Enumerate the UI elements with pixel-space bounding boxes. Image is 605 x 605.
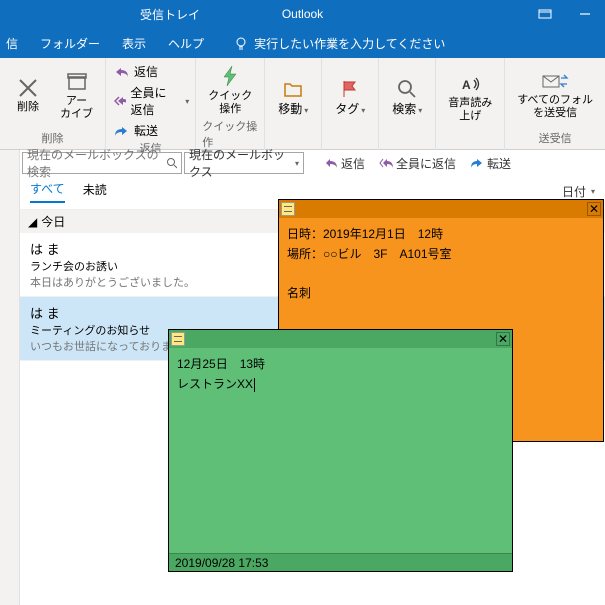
- minimize-button[interactable]: [565, 0, 605, 28]
- note-header[interactable]: ✕: [169, 330, 512, 348]
- menu-bar: 信 フォルダー 表示 ヘルプ 実行したい作業を入力してください: [0, 28, 605, 58]
- help-menu[interactable]: ヘルプ: [166, 31, 206, 56]
- filter-all-tab[interactable]: すべて: [30, 180, 65, 203]
- group-speech: A 音声読み 上げ: [436, 58, 505, 150]
- file-menu[interactable]: 信: [4, 31, 20, 56]
- note-header[interactable]: ✕: [279, 200, 603, 218]
- sort-dropdown[interactable]: 日付▾: [562, 183, 595, 200]
- lightning-icon: [218, 64, 242, 88]
- group-move: 移動▾: [265, 58, 322, 150]
- move-button[interactable]: 移動▾: [271, 76, 315, 119]
- group-find: 検索▾: [379, 58, 436, 150]
- archive-icon: [66, 71, 88, 93]
- reply-icon: [114, 65, 130, 79]
- tell-me[interactable]: 実行したい作業を入力してください: [234, 35, 445, 52]
- search-icon: [396, 78, 418, 100]
- reading-reply-button[interactable]: 返信: [324, 155, 365, 172]
- sticky-note-green[interactable]: ✕ 12月25日 13時 レストランXX 2019/09/28 17:53: [168, 329, 513, 572]
- reading-forward-button[interactable]: 転送: [470, 155, 511, 172]
- mail-subject: ランチ会のお誘い: [30, 258, 118, 274]
- group-quick-steps: クイック 操作 クイック操作: [196, 58, 265, 150]
- flag-icon: [339, 78, 361, 100]
- tags-button[interactable]: タグ▾: [328, 76, 372, 119]
- reading-pane-actions: 返信 全員に返信 転送: [324, 152, 511, 174]
- search-icon: [166, 157, 177, 169]
- reply-all-button[interactable]: 全員に返信: [112, 83, 179, 119]
- note-close-button[interactable]: ✕: [587, 202, 601, 216]
- ribbon: 削除 アー カイブ 削除 返信 全員に返信 転送: [0, 58, 605, 150]
- send-receive-button[interactable]: すべてのフォル を送受信: [511, 70, 599, 122]
- folder-pane-collapsed[interactable]: [0, 150, 20, 605]
- title-bar: 受信トレイ Outlook: [0, 0, 605, 28]
- note-footer: 2019/09/28 17:53: [169, 553, 512, 571]
- note-body[interactable]: 12月25日 13時 レストランXX: [169, 348, 512, 553]
- note-icon: [171, 332, 185, 346]
- group-respond: 返信 全員に返信 転送 ▾ 返信: [106, 58, 196, 150]
- group-send-receive: すべてのフォル を送受信 送受信: [505, 58, 605, 150]
- forward-button[interactable]: 転送: [112, 121, 179, 140]
- reply-all-icon: [114, 94, 126, 108]
- archive-button[interactable]: アー カイブ: [54, 69, 99, 123]
- note-icon: [281, 202, 295, 216]
- folder-menu[interactable]: フォルダー: [38, 31, 102, 56]
- read-aloud-button[interactable]: A 音声読み 上げ: [442, 71, 498, 125]
- delete-button[interactable]: 削除: [6, 75, 50, 116]
- lightbulb-icon: [234, 36, 248, 50]
- inbox-label: 受信トレイ: [140, 6, 200, 23]
- send-receive-icon: [541, 72, 569, 92]
- read-aloud-icon: A: [459, 73, 481, 95]
- mail-subject: ミーティングのお知らせ: [30, 322, 150, 338]
- reading-reply-all-button[interactable]: 全員に返信: [379, 155, 456, 172]
- delete-icon: [17, 77, 39, 99]
- group-delete: 削除 アー カイブ 削除: [0, 58, 106, 150]
- window-controls: [525, 0, 605, 28]
- view-menu[interactable]: 表示: [120, 31, 148, 56]
- respond-more[interactable]: ▾: [185, 97, 189, 106]
- search-input[interactable]: 現在のメールボックスの検索: [22, 152, 182, 174]
- filter-unread-tab[interactable]: 未読: [83, 181, 107, 202]
- search-scope-dropdown[interactable]: 現在のメールボックス▾: [184, 152, 304, 174]
- quick-steps-button[interactable]: クイック 操作: [202, 62, 258, 118]
- note-close-button[interactable]: ✕: [496, 332, 510, 346]
- tell-me-label: 実行したい作業を入力してください: [254, 35, 445, 52]
- group-tags: タグ▾: [322, 58, 379, 150]
- text-cursor: [253, 377, 255, 391]
- svg-text:A: A: [462, 78, 471, 92]
- app-title: Outlook: [282, 7, 323, 21]
- folder-move-icon: [282, 78, 304, 100]
- ribbon-options-button[interactable]: [525, 0, 565, 28]
- reply-button[interactable]: 返信: [112, 62, 179, 81]
- forward-icon: [114, 124, 130, 138]
- find-button[interactable]: 検索▾: [385, 76, 429, 119]
- collapse-caret-icon: ◢: [28, 215, 37, 229]
